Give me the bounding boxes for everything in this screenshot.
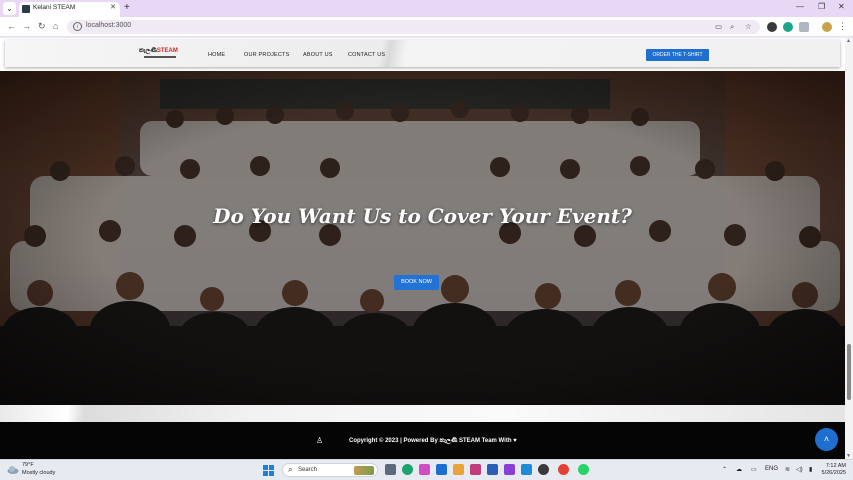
book-now-button[interactable]: BOOK NOW [394,275,439,290]
hero-title: Do You Want Us to Cover Your Event? [213,204,632,228]
bookmark-star-icon[interactable]: ☆ [745,22,752,31]
browser-toolbar: ← → ↻ ⌂ i localhost:3000 ▭ ⌕ ☆ ⋮ [0,17,853,37]
store-icon[interactable] [470,464,481,475]
volume-icon[interactable]: ◁) [796,466,803,473]
back-icon[interactable]: ← [7,21,16,31]
site-logo[interactable]: කැලණිSTEAM [139,48,181,60]
extension-icon[interactable] [767,22,777,32]
nav-contact-us[interactable]: CONTACT US [348,52,385,58]
nav-our-projects[interactable]: OUR PROJECTS [244,52,290,58]
browser-tab-strip: ⌄ Kelani STEAM ✕ + — ❐ ✕ [0,0,853,17]
page-viewport: කැලණිSTEAM HOME OUR PROJECTS ABOUT US CO… [0,38,845,459]
logo-brand: STEAM [156,48,178,54]
section-divider [0,405,845,422]
tab-search-icon[interactable]: ⌄ [3,2,16,15]
extensions-puzzle-icon[interactable] [799,22,809,32]
tab-favicon-icon [22,5,30,13]
tray-chevron-icon[interactable]: ⌃ [722,466,727,473]
browser-tab[interactable]: Kelani STEAM ✕ [19,2,120,17]
taskbar-search[interactable]: ⌕ Search [282,463,378,477]
app-icon[interactable] [504,464,515,475]
address-bar[interactable]: i localhost:3000 ▭ ⌕ ☆ [67,20,760,34]
order-tshirt-button[interactable]: ORDER THE T-SHIRT [646,49,709,61]
logo-tagline-line [144,56,176,58]
nav-about-us[interactable]: ABOUT US [303,52,333,58]
nav-home[interactable]: HOME [208,52,225,58]
media-player-icon[interactable] [538,464,549,475]
site-footer: ♙ Copyright © 2023 | Powered By කැලණි ST… [0,422,845,459]
task-view-icon[interactable] [385,464,396,475]
chrome-icon[interactable] [558,464,569,475]
windows-taskbar: 79°F Mostly cloudy ⌕ Search ⌃ ☁ ▭ ENG ≋ … [0,459,853,480]
scrollbar-thumb[interactable] [847,344,851,400]
search-icon: ⌕ [288,465,293,474]
restore-icon[interactable]: ❐ [818,2,825,11]
extension-icon[interactable] [783,22,793,32]
clock-date: 5/26/2025 [821,470,846,476]
new-tab-icon[interactable]: + [124,2,130,13]
battery-icon[interactable]: ▮ [809,466,812,473]
minimize-icon[interactable]: — [796,2,804,11]
whatsapp-icon[interactable] [578,464,589,475]
onedrive-icon[interactable]: ☁ [736,466,742,473]
edge-icon[interactable] [402,464,413,475]
site-info-icon[interactable]: i [73,22,82,31]
tray-app-icon[interactable]: ▭ [751,466,757,473]
forward-icon[interactable]: → [22,21,31,31]
footer-copyright: Copyright © 2023 | Powered By කැලණි STEA… [349,438,517,444]
file-explorer-icon[interactable] [453,464,464,475]
close-icon[interactable]: ✕ [110,3,116,11]
search-placeholder: Search [298,467,318,473]
url-text[interactable]: localhost:3000 [86,22,131,29]
search-highlight-image [354,466,374,475]
profile-avatar[interactable] [822,22,832,32]
vscode-icon[interactable] [521,464,532,475]
cast-icon[interactable]: ▭ [715,22,722,31]
weather-description[interactable]: Mostly cloudy [22,470,55,476]
home-icon[interactable]: ⌂ [53,21,58,31]
reload-icon[interactable]: ↻ [38,21,46,32]
windows-start-icon[interactable] [263,465,274,476]
copilot-icon[interactable] [419,464,430,475]
weather-temperature[interactable]: 79°F [22,462,34,468]
scroll-to-top-button[interactable]: ˄ [815,428,838,451]
system-clock[interactable]: 7:12 AM 5/26/2025 [821,463,846,477]
clock-time: 7:12 AM [825,463,846,469]
cloud-icon [7,466,19,474]
page-scrollbar[interactable]: ▲ ▼ [845,38,853,459]
site-navbar: කැලණිSTEAM HOME OUR PROJECTS ABOUT US CO… [5,40,840,67]
word-icon[interactable] [487,464,498,475]
window-close-icon[interactable]: ✕ [838,2,845,11]
language-indicator[interactable]: ENG [765,466,778,472]
tab-title: Kelani STEAM [33,4,76,11]
logo-prefix: කැලණි [139,48,157,54]
scroll-up-icon[interactable]: ▲ [846,38,851,44]
user-icon[interactable]: ♙ [316,436,323,445]
wifi-icon[interactable]: ≋ [785,466,790,473]
zoom-icon[interactable]: ⌕ [730,22,734,32]
outlook-icon[interactable] [436,464,447,475]
menu-icon[interactable]: ⋮ [838,21,847,32]
group-photo [0,71,845,405]
hero-banner: Do You Want Us to Cover Your Event? BOOK… [0,71,845,405]
